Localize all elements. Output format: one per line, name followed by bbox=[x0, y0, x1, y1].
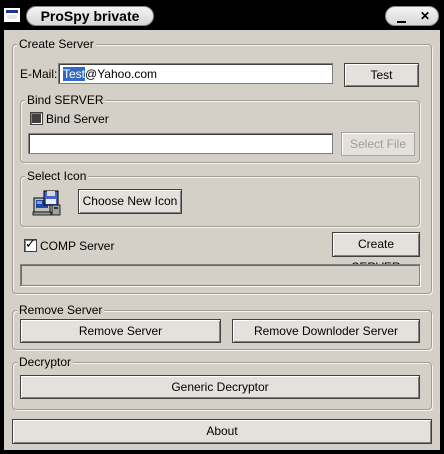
bind-file-path-field[interactable] bbox=[28, 133, 333, 154]
email-selected-text: Test bbox=[63, 67, 86, 81]
computer-with-disk-icon bbox=[32, 190, 61, 216]
select-file-button[interactable]: Select File bbox=[341, 132, 415, 156]
generic-decryptor-button[interactable]: Generic Decryptor bbox=[20, 375, 420, 399]
create-server-label: Create Server bbox=[17, 37, 96, 51]
email-field[interactable]: Test@Yahoo.com bbox=[58, 63, 333, 84]
bind-server-checkbox[interactable] bbox=[30, 112, 43, 125]
email-label: E-Mail: bbox=[20, 67, 58, 81]
remove-server-button[interactable]: Remove Server bbox=[20, 319, 221, 343]
progress-bar bbox=[20, 264, 420, 286]
close-button[interactable]: ✕ bbox=[412, 7, 438, 25]
email-text: @Yahoo.com bbox=[85, 67, 158, 81]
remove-downloader-server-button[interactable]: Remove Downloder Server bbox=[232, 319, 420, 343]
main-window: ProSpy brivate ✕ Create Server E-Mail: T… bbox=[0, 0, 444, 454]
comp-server-checkbox-label[interactable]: COMP Server bbox=[40, 239, 114, 253]
select-icon-group-label: Select Icon bbox=[25, 169, 89, 183]
bind-server-group-label: Bind SERVER bbox=[25, 93, 106, 107]
minimize-button[interactable] bbox=[388, 7, 414, 25]
title-buttons: ✕ bbox=[385, 6, 439, 26]
choose-new-icon-button[interactable]: Choose New Icon bbox=[78, 189, 182, 214]
app-window-icon[interactable] bbox=[4, 8, 20, 22]
client-area: Create Server E-Mail: Test@Yahoo.com Tes… bbox=[4, 30, 440, 450]
bind-server-checkbox-label[interactable]: Bind Server bbox=[46, 112, 109, 126]
minimize-icon bbox=[396, 21, 406, 23]
test-button[interactable]: Test bbox=[344, 63, 419, 87]
about-button[interactable]: About bbox=[12, 419, 432, 444]
comp-server-checkbox[interactable] bbox=[24, 237, 37, 252]
window-title: ProSpy brivate bbox=[26, 6, 154, 26]
remove-server-label: Remove Server bbox=[17, 303, 105, 317]
decryptor-label: Decryptor bbox=[17, 355, 74, 369]
title-bar[interactable]: ProSpy brivate ✕ bbox=[0, 0, 444, 30]
create-server-button[interactable]: Create SERVER bbox=[332, 232, 420, 274]
